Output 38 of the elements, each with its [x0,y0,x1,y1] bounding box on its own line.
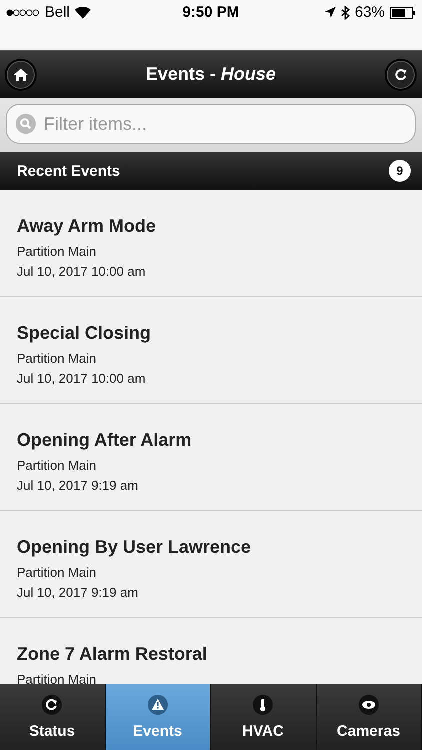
tab[interactable]: Cameras [316,684,422,750]
wifi-icon [75,6,92,18]
event-date: Jul 10, 2017 10:00 am [17,371,147,386]
event-partition: Partition Main [17,565,98,580]
warning-icon [148,694,168,714]
home-icon [14,68,28,80]
event-date: Jul 10, 2017 9:19 am [17,478,140,493]
page-title: Events - House [144,64,278,85]
event-partition: Partition Main [17,672,98,684]
carrier-name: Bell [45,4,70,21]
event-title: Opening After Alarm [17,430,193,451]
event-date: Jul 10, 2017 9:19 am [17,585,140,600]
event-partition: Partition Main [17,244,98,259]
filter-field[interactable]: Filter items... [6,104,416,144]
tab[interactable]: Status [0,684,106,750]
bluetooth-icon [340,6,350,20]
event-title: Opening By User Lawrence [17,537,252,558]
list-title: Recent Events [17,162,120,180]
battery-percent: 63% [354,4,386,21]
refresh-icon [394,68,408,82]
event-partition: Partition Main [17,351,98,366]
battery-icon [390,6,416,18]
eye-icon [358,694,379,714]
event-title: Zone 7 Alarm Restoral [17,644,208,665]
tab[interactable]: HVAC [211,684,316,750]
event-date: Jul 10, 2017 10:00 am [17,264,147,279]
search-icon [16,114,36,134]
home-button[interactable] [7,60,35,88]
event-title: Special Closing [17,323,152,344]
event-partition: Partition Main [17,458,98,473]
refresh-icon [42,694,62,714]
event-title: Away Arm Mode [17,216,158,237]
status-time: 9:50 PM [182,4,240,21]
thermometer-icon [253,694,274,714]
location-icon [324,7,336,18]
refresh-button[interactable] [387,60,415,88]
signal-icon [6,8,40,16]
count-badge: 9 [389,160,411,182]
